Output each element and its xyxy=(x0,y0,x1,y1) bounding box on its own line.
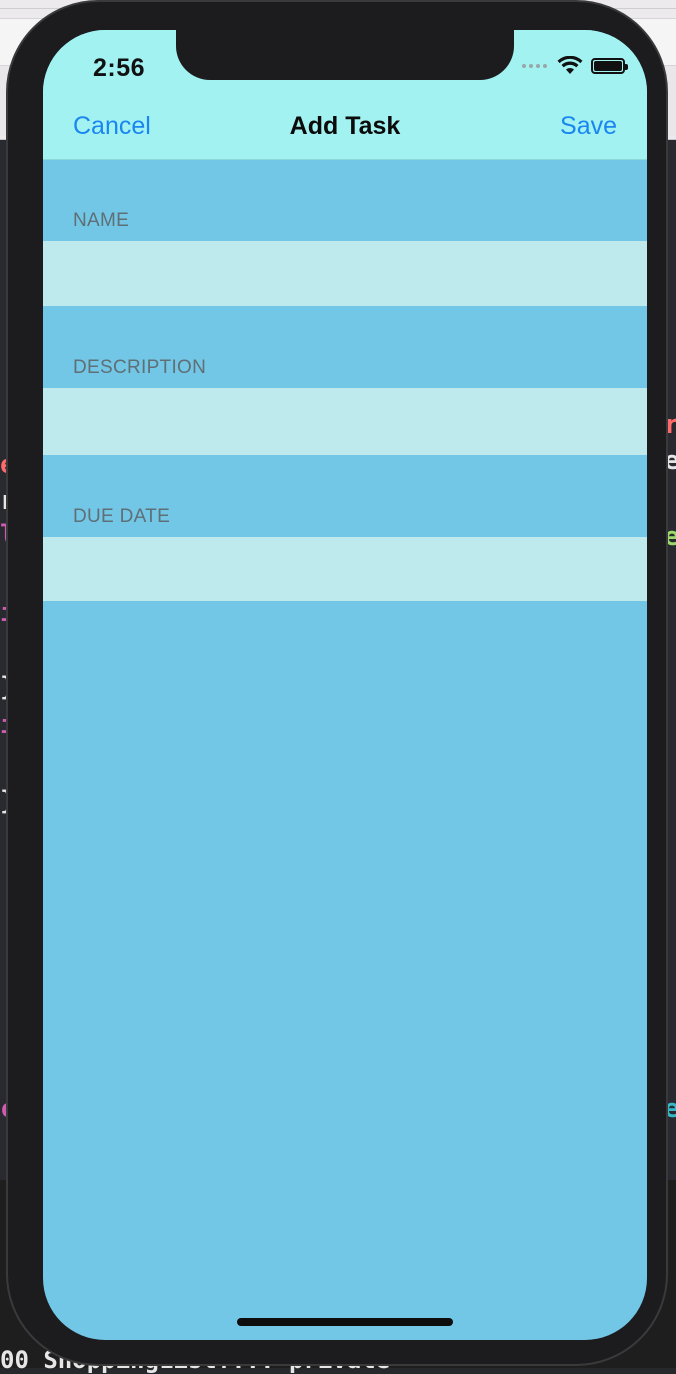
phone-frame: 2:56 Cancel Add Task Save NAME DESCRIPTI… xyxy=(6,0,668,1366)
description-field-row xyxy=(43,388,647,455)
name-input[interactable] xyxy=(43,241,647,306)
phone-notch xyxy=(176,30,514,80)
description-section-header: DESCRIPTION xyxy=(73,357,207,378)
battery-icon xyxy=(591,58,628,74)
cellular-signal-icon xyxy=(522,64,547,68)
name-section-header: NAME xyxy=(73,210,130,231)
due-date-input[interactable] xyxy=(43,537,647,601)
wifi-icon xyxy=(557,56,583,74)
due-date-field-row xyxy=(43,537,647,601)
status-icons xyxy=(522,56,628,76)
status-time: 2:56 xyxy=(93,54,146,82)
page-title: Add Task xyxy=(289,112,401,140)
description-input[interactable] xyxy=(43,388,647,455)
due-date-section-header: DUE DATE xyxy=(73,506,171,527)
home-indicator[interactable] xyxy=(237,1318,453,1326)
app-screen: 2:56 Cancel Add Task Save NAME DESCRIPTI… xyxy=(43,30,647,1340)
name-field-row xyxy=(43,241,647,306)
save-button[interactable]: Save xyxy=(560,112,617,141)
